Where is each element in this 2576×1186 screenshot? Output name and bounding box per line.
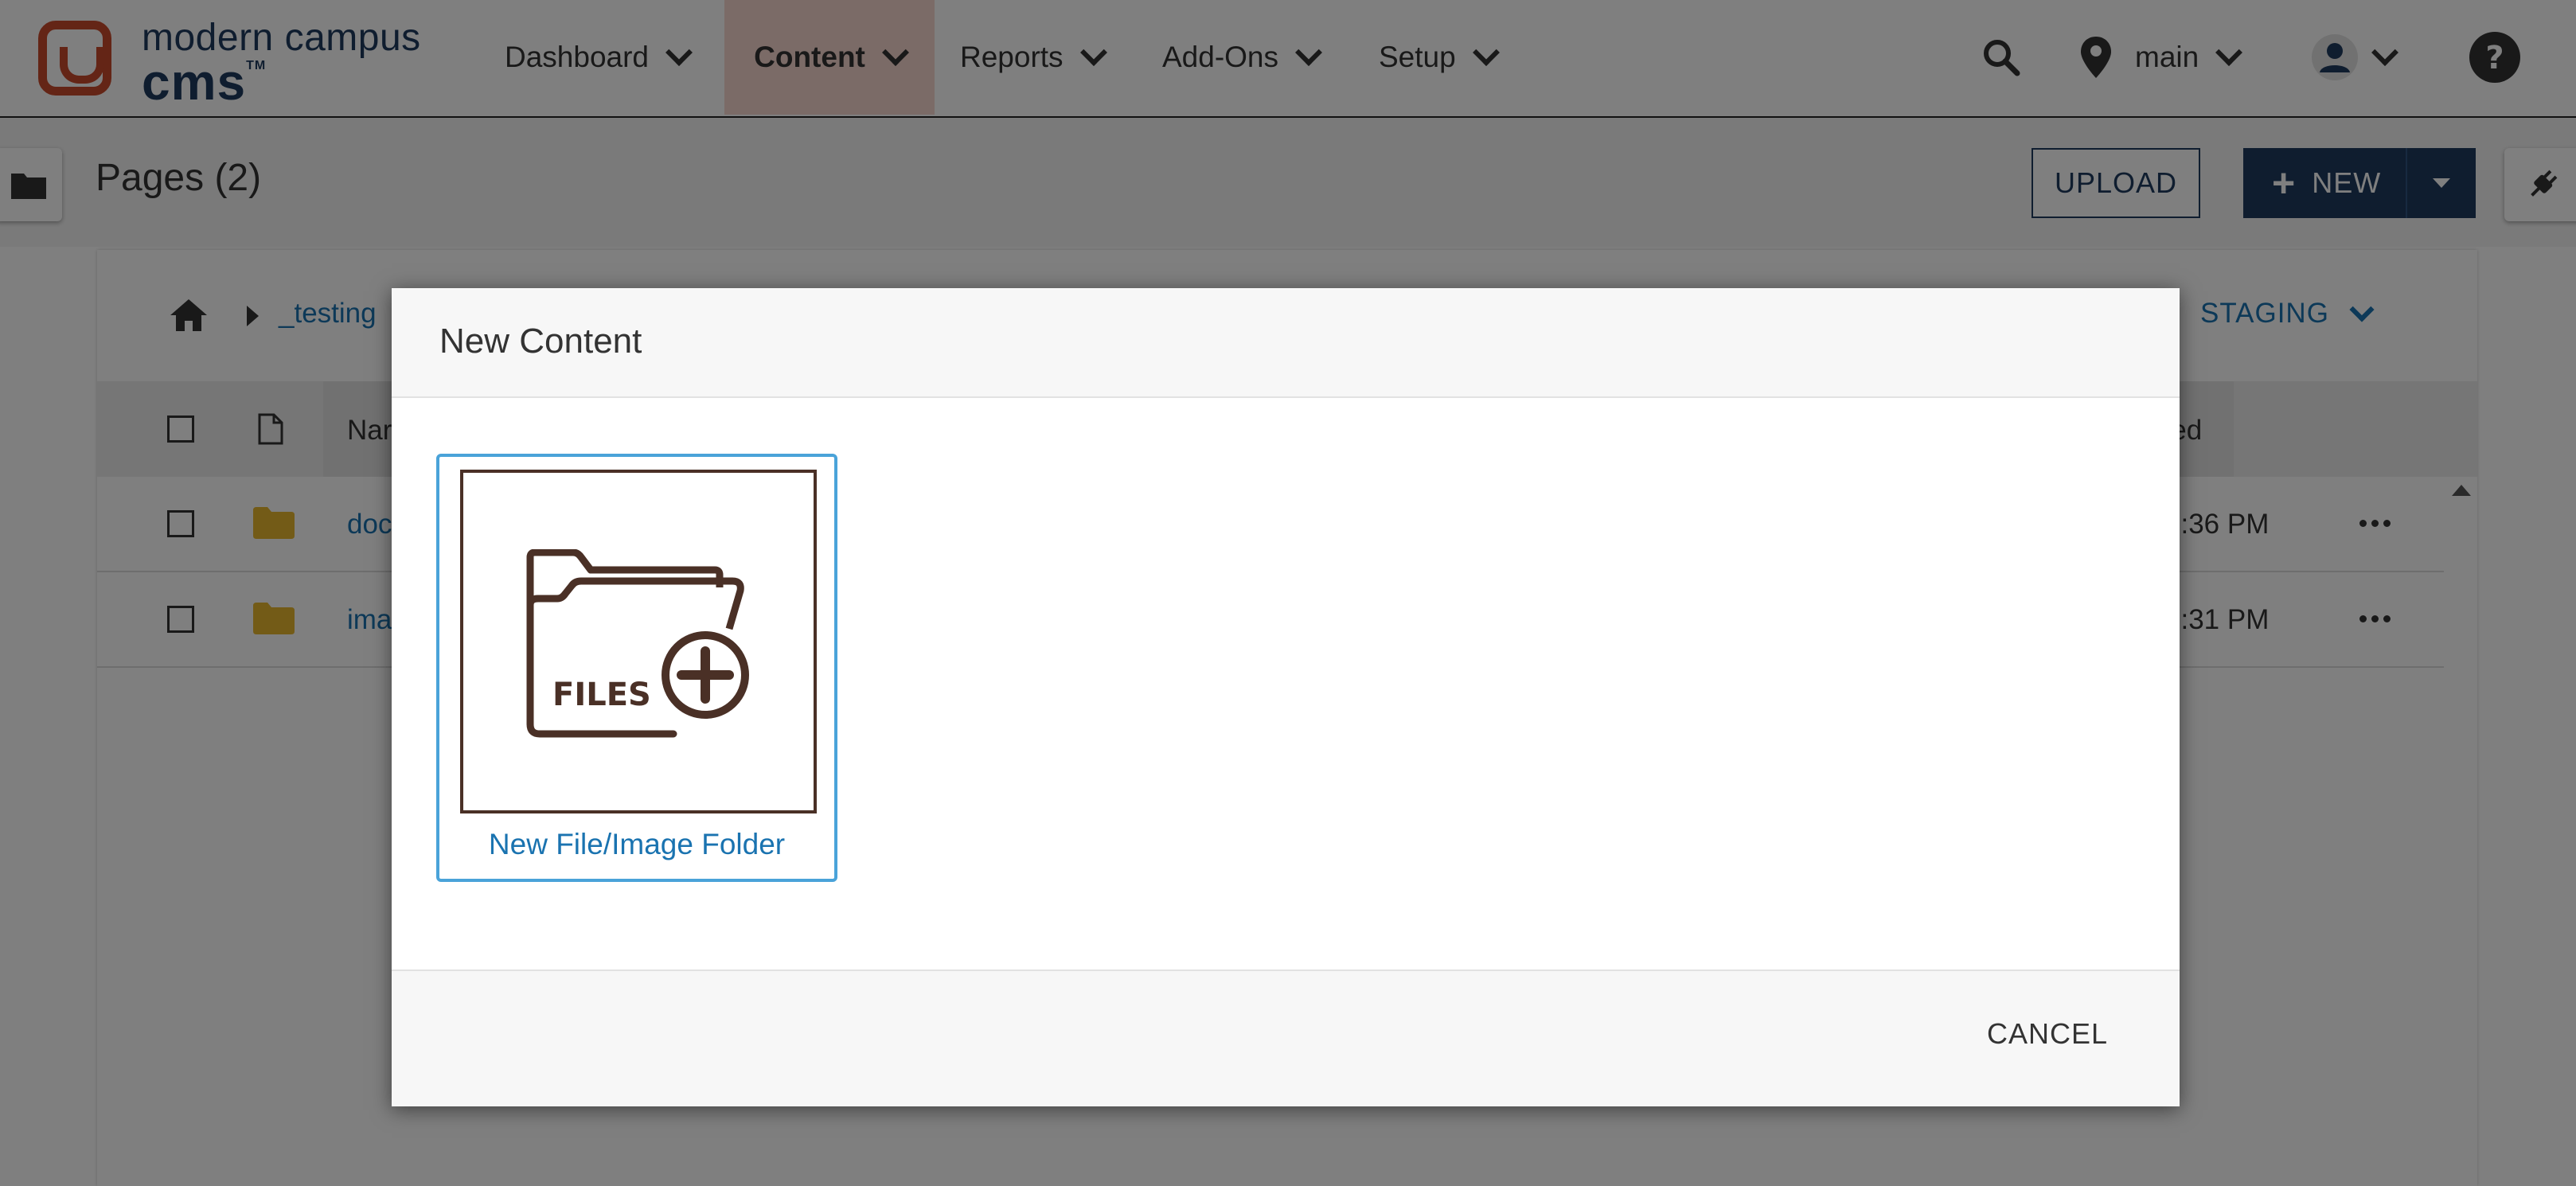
- new-file-image-folder-option[interactable]: FILES New File/Image Folder: [436, 454, 837, 882]
- option-label: New File/Image Folder: [488, 828, 786, 860]
- cancel-button[interactable]: CANCEL: [1987, 1017, 2108, 1051]
- files-folder-add-icon: FILES: [517, 548, 756, 752]
- dialog-header: New Content: [392, 288, 2180, 398]
- svg-text:FILES: FILES: [552, 677, 651, 713]
- option-thumbnail: FILES: [460, 470, 817, 813]
- new-content-dialog: New Content FILES New File/Image Folder …: [392, 288, 2180, 1106]
- dialog-footer: CANCEL: [392, 969, 2180, 1106]
- dialog-title: New Content: [439, 322, 642, 361]
